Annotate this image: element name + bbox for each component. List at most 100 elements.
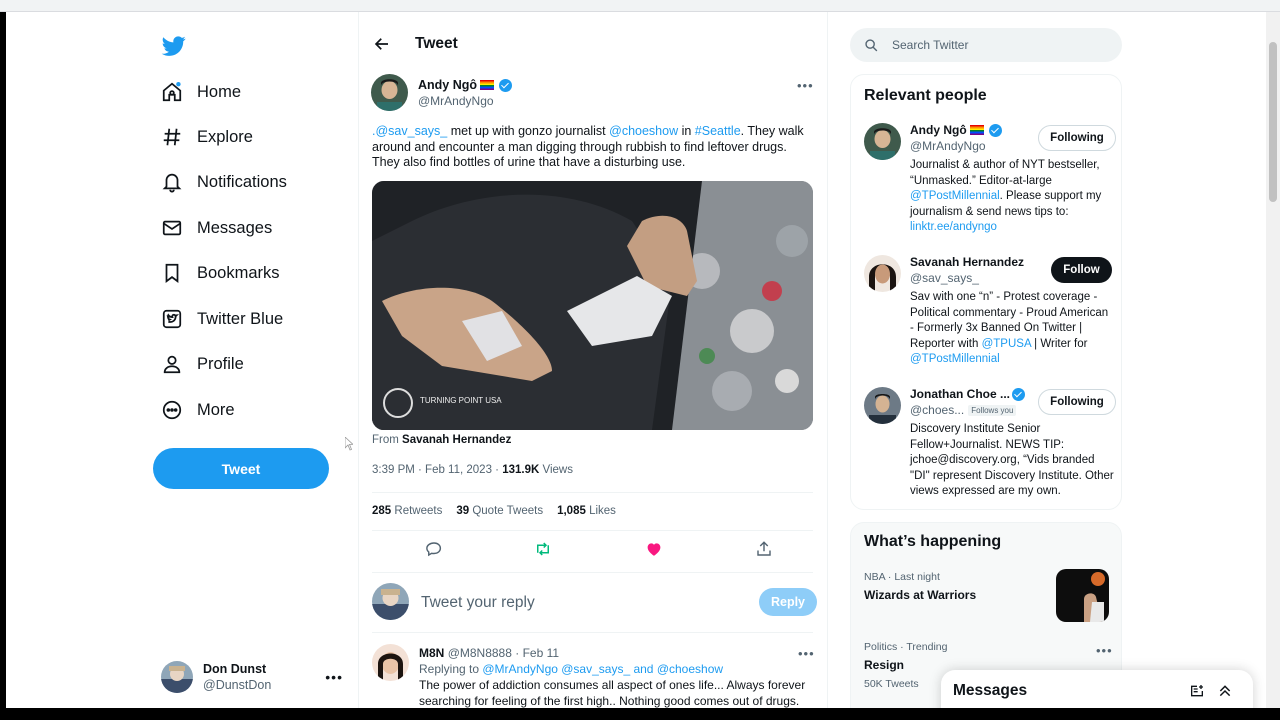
reply-more-icon[interactable]: ••• [798, 646, 815, 661]
likes-label: Likes [589, 505, 616, 517]
retweets-count: 285 [372, 505, 392, 517]
retweets-stat[interactable]: 285 Retweets [372, 505, 442, 517]
nav-explore-label: Explore [197, 127, 253, 146]
person-name: Savanah Hernandez [910, 255, 1025, 269]
messages-dock-title: Messages [953, 682, 1028, 699]
person-name-text: Andy Ngô [910, 123, 967, 137]
hashtag-icon [163, 128, 181, 146]
scrollbar-thumb[interactable] [1269, 42, 1277, 202]
retweet-icon[interactable] [534, 540, 552, 558]
bio-link-tpusa[interactable]: @TPUSA [982, 338, 1031, 350]
replying-to-handles[interactable]: @MrAndyNgo @sav_says_ and @choeshow [482, 662, 723, 676]
person-card[interactable]: Andy Ngô @MrAndyNgo Following Journalist… [864, 123, 1116, 243]
nav-messages[interactable]: Messages [161, 208, 272, 248]
reply-author-handle-date[interactable]: @M8N8888 · Feb 11 [448, 646, 559, 660]
account-more-icon[interactable]: ••• [325, 669, 343, 685]
like-heart-icon[interactable] [645, 540, 663, 558]
person-name: Jonathan Choe ... [910, 387, 1026, 401]
nav-bookmarks[interactable]: Bookmarks [161, 253, 280, 293]
video-frame: TURNING POINT USA [372, 181, 813, 430]
nav-more[interactable]: More [161, 390, 235, 430]
following-button[interactable]: Following [1038, 389, 1116, 415]
person-handle: @choes... Follows you [910, 403, 1017, 417]
twitter-logo-icon[interactable] [161, 34, 187, 58]
trend-thumbnail[interactable] [1056, 569, 1109, 622]
video-source: From Savanah Hernandez [372, 434, 511, 446]
bio-link-linktree[interactable]: linktr.ee/andyngo [910, 221, 997, 233]
mention-choeshow[interactable]: @choeshow [609, 124, 678, 138]
divider [372, 632, 813, 633]
person-bio: Sav with one “n” - Protest coverage - Po… [910, 290, 1115, 368]
bio-text: Journalist & author of NYT bestseller, “… [910, 159, 1100, 187]
author-avatar[interactable] [371, 74, 408, 111]
compose-tweet-button[interactable]: Tweet [153, 448, 329, 489]
author-handle[interactable]: @MrAndyNgo [418, 94, 494, 108]
nav-notifications-label: Notifications [197, 172, 287, 191]
nav-profile[interactable]: Profile [161, 344, 244, 384]
new-message-icon[interactable] [1189, 683, 1205, 699]
quotes-stat[interactable]: 39 Quote Tweets [456, 505, 543, 517]
nav-notifications[interactable]: Notifications [161, 162, 287, 202]
left-navigation: Home Explore Notifications Messages Book… [6, 12, 356, 708]
twitter-blue-icon [162, 309, 182, 329]
likes-stat[interactable]: 1,085 Likes [557, 505, 616, 517]
tweet-text-part1: met up with gonzo journalist [447, 124, 610, 138]
replying-to: Replying to @MrAndyNgo @sav_says_ and @c… [419, 662, 723, 676]
follows-you-badge: Follows you [968, 405, 1017, 417]
tweet-video[interactable]: TURNING POINT USA [372, 181, 813, 430]
reply-button[interactable]: Reply [759, 588, 817, 616]
trend-more-icon[interactable]: ••• [1096, 643, 1113, 658]
tweet-text-part2: in [678, 124, 695, 138]
person-bio: Journalist & author of NYT bestseller, “… [910, 158, 1115, 236]
video-source-prefix: From [372, 434, 403, 446]
author-name[interactable]: Andy Ngô [418, 78, 513, 92]
person-name: Andy Ngô [910, 123, 1002, 137]
search-input[interactable] [892, 36, 1112, 54]
messages-dock[interactable]: Messages [941, 670, 1253, 708]
views-count: 131.9K [502, 464, 540, 476]
back-arrow-icon[interactable] [373, 35, 391, 53]
person-handle: @MrAndyNgo [910, 139, 986, 153]
rainbow-flag-icon [969, 125, 984, 135]
nav-messages-label: Messages [197, 218, 273, 237]
nav-home-label: Home [197, 82, 242, 101]
reply-author-name[interactable]: M8N [419, 646, 444, 660]
follow-button[interactable]: Follow [1051, 257, 1112, 283]
nav-explore[interactable]: Explore [161, 117, 253, 157]
person-avatar [864, 387, 901, 424]
account-switcher[interactable]: Don Dunst @DunstDon ••• [161, 657, 351, 697]
person-card[interactable]: Savanah Hernandez @sav_says_ Follow Sav … [864, 255, 1114, 375]
likes-count: 1,085 [557, 505, 586, 517]
divider [372, 572, 813, 573]
verified-badge-icon [1012, 387, 1026, 401]
verified-badge-icon [499, 78, 513, 92]
video-watermark: TURNING POINT USA [420, 396, 502, 405]
nav-home[interactable]: Home [161, 72, 241, 112]
person-card[interactable]: Jonathan Choe ... @choes... Follows you F… [864, 387, 1116, 507]
share-icon[interactable] [755, 540, 773, 558]
following-button[interactable]: Following [1038, 125, 1116, 151]
hashtag-seattle[interactable]: #Seattle [695, 124, 741, 138]
bio-text: | Writer for [1030, 337, 1088, 350]
bio-link-tpostmillennial[interactable]: @TPostMillennial [910, 353, 1000, 365]
person-bio: Discovery Institute Senior Fellow+Journa… [910, 423, 1114, 498]
main-column: Tweet Andy Ngô @MrAndyNgo ••• .@sav_says… [358, 12, 828, 708]
bio-link-tpostmillennial[interactable]: @TPostMillennial [910, 190, 1000, 202]
video-source-name[interactable]: Savanah Hernandez [402, 434, 511, 446]
tweet-time[interactable]: 3:39 PM · Feb 11, 2023 · [372, 464, 502, 476]
reply-header: M8N @M8N8888 · Feb 11 [419, 646, 559, 660]
search-box[interactable] [850, 28, 1122, 62]
page-title: Tweet [415, 35, 458, 52]
person-avatar [864, 255, 901, 292]
expand-chevrons-icon[interactable] [1217, 683, 1233, 699]
tweet-more-icon[interactable]: ••• [797, 78, 814, 93]
relevant-people-title: Relevant people [864, 87, 987, 104]
reply-author-avatar[interactable] [372, 644, 409, 681]
reply-input[interactable]: Tweet your reply [421, 594, 535, 612]
home-icon [162, 82, 182, 102]
reply-icon[interactable] [425, 540, 443, 558]
author-name-text: Andy Ngô [418, 78, 478, 92]
mention-sav-says[interactable]: .@sav_says_ [372, 124, 447, 138]
page-scrollbar[interactable] [1266, 12, 1280, 708]
nav-twitter-blue[interactable]: Twitter Blue [161, 299, 283, 339]
